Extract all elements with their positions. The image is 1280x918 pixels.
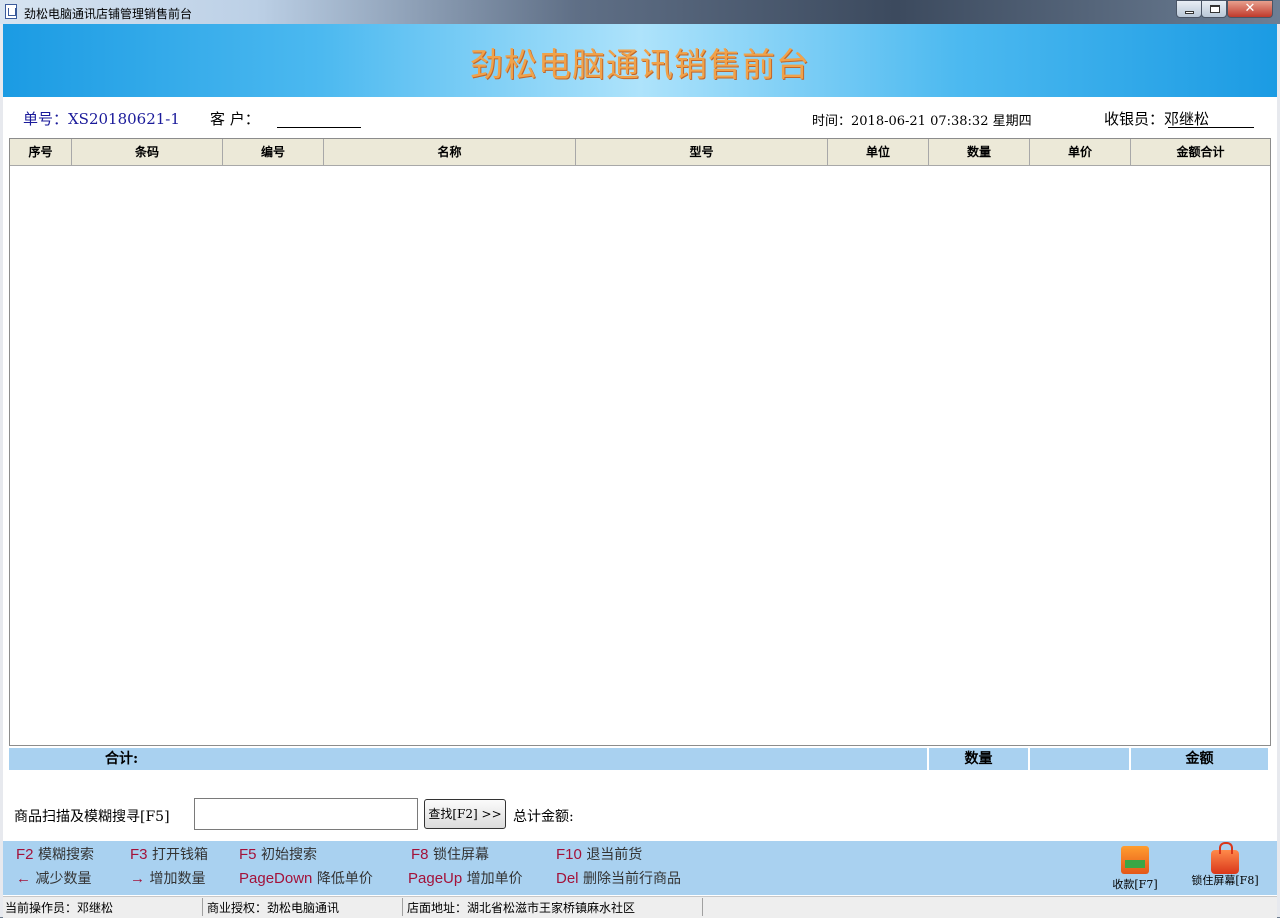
sales-grid[interactable] xyxy=(9,138,1271,746)
cashier-label: 收银员：邓继松 xyxy=(1104,110,1210,128)
column-header-barcode[interactable]: 条码 xyxy=(72,139,223,166)
order-number: 单号：XS20180621-1 xyxy=(23,110,180,128)
grand-total-label: 总计金额: xyxy=(513,809,574,825)
hotkey-right-arrow: → 增加数量 xyxy=(130,870,206,887)
minimize-button[interactable] xyxy=(1176,0,1202,18)
column-header-model[interactable]: 型号 xyxy=(576,139,828,166)
hotkey-left-arrow: ← 减少数量 xyxy=(16,870,92,887)
totals-quantity-label: 数量 xyxy=(964,751,993,767)
totals-label: 合计: xyxy=(105,751,139,767)
lock-screen-button[interactable]: 锁住屏幕[F8] xyxy=(1186,842,1264,888)
column-header-quantity[interactable]: 数量 xyxy=(929,139,1030,166)
close-icon: ✕ xyxy=(1244,1,1256,16)
status-operator: 当前操作员：邓继松 xyxy=(5,901,114,915)
find-button[interactable]: 查找[F2] >> xyxy=(424,799,506,829)
hotkey-f10: F10 退当前货 xyxy=(556,846,643,863)
totals-divider xyxy=(1028,748,1030,770)
app-icon xyxy=(5,4,17,19)
column-header-code[interactable]: 编号 xyxy=(223,139,324,166)
checkout-button[interactable]: 收款[F7] xyxy=(1106,846,1164,892)
customer-label: 客 户： xyxy=(210,110,260,128)
hotkey-f8: F8 锁住屏幕 xyxy=(411,846,489,863)
column-header-name[interactable]: 名称 xyxy=(324,139,576,166)
checkout-label: 收款[F7] xyxy=(1112,878,1158,891)
totals-bar xyxy=(9,748,1268,770)
status-address: 店面地址：湖北省松滋市王家桥镇麻水社区 xyxy=(407,901,636,915)
lock-screen-label: 锁住屏幕[F8] xyxy=(1191,874,1259,887)
cashier-underline xyxy=(1168,127,1254,128)
datetime-display: 时间：2018-06-21 07:38:32 星期四 xyxy=(812,114,1032,129)
status-bar xyxy=(3,896,1277,918)
product-search-input[interactable] xyxy=(194,798,418,830)
lock-icon xyxy=(1211,842,1239,874)
maximize-button[interactable] xyxy=(1201,0,1227,18)
hotkey-f2: F2 模糊搜索 xyxy=(16,846,94,863)
status-license: 商业授权：劲松电脑通讯 xyxy=(207,901,340,915)
column-header-amount[interactable]: 金额合计 xyxy=(1131,139,1270,166)
app-heading: 劲松电脑通讯销售前台 xyxy=(470,45,810,84)
column-header-index[interactable]: 序号 xyxy=(10,139,72,166)
totals-amount-label: 金额 xyxy=(1185,751,1214,767)
hotkey-pageup: PageUp 增加单价 xyxy=(408,870,523,887)
hotkey-pagedown: PageDown 降低单价 xyxy=(239,870,373,887)
status-divider xyxy=(702,898,703,916)
hotkey-del: Del 删除当前行商品 xyxy=(556,870,681,887)
status-divider xyxy=(202,898,203,916)
column-header-unit[interactable]: 单位 xyxy=(828,139,929,166)
window-title: 劲松电脑通讯店铺管理销售前台 xyxy=(24,7,193,21)
hotkey-f3: F3 打开钱箱 xyxy=(130,846,208,863)
search-label: 商品扫描及模糊搜寻[F5] xyxy=(14,809,170,825)
column-header-unit-price[interactable]: 单价 xyxy=(1030,139,1131,166)
close-button[interactable]: ✕ xyxy=(1227,0,1273,18)
shopping-cart-icon xyxy=(1121,846,1149,874)
status-divider xyxy=(402,898,403,916)
customer-field[interactable] xyxy=(277,109,361,128)
hotkey-f5: F5 初始搜索 xyxy=(239,846,317,863)
